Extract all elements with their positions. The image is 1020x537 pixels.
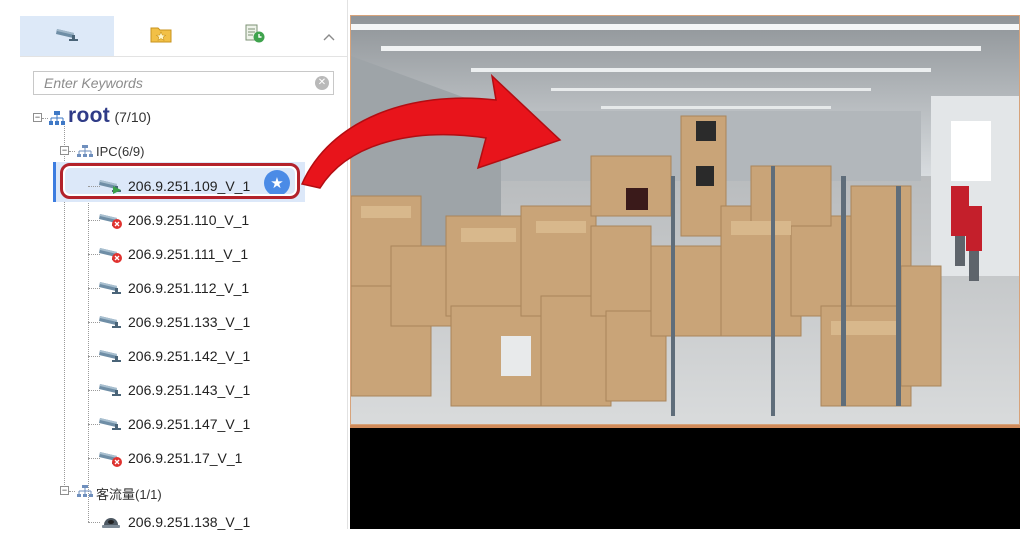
network-icon <box>77 484 93 503</box>
camera-item[interactable]: 206.9.251.111_V_1 <box>98 239 318 269</box>
device-panel: ✕ − root (7/10) − <box>0 0 348 530</box>
camera-item[interactable]: 206.9.251.17_V_1 <box>98 443 318 473</box>
camera-item[interactable]: 206.9.251.143_V_1 <box>98 375 318 405</box>
tree-group-passenger-flow[interactable]: 客流量(1/1) <box>96 484 162 503</box>
camera-item[interactable]: 206.9.251.110_V_1 <box>98 205 318 235</box>
camera-name: 206.9.251.111_V_1 <box>128 246 249 262</box>
camera-name: 206.9.251.142_V_1 <box>128 348 251 364</box>
camera-offline-icon <box>98 210 124 230</box>
network-icon <box>77 144 93 163</box>
camera-item[interactable]: 206.9.251.142_V_1 <box>98 341 318 371</box>
record-schedule-icon <box>244 24 266 49</box>
tree-group-ipc[interactable]: IPC(6/9) <box>96 144 144 159</box>
camera-name: 206.9.251.110_V_1 <box>128 212 250 228</box>
camera-name: 206.9.251.143_V_1 <box>128 382 251 398</box>
camera-online-icon <box>98 346 124 366</box>
tree-connector <box>69 491 75 492</box>
camera-item[interactable]: 206.9.251.147_V_1 <box>98 409 318 439</box>
camera-name: 206.9.251.147_V_1 <box>128 416 251 432</box>
camera-name: 206.9.251.17_V_1 <box>128 450 243 466</box>
dome-camera-icon <box>98 512 124 532</box>
tab-record-schedule[interactable] <box>208 16 302 56</box>
camera-online-icon <box>98 414 124 434</box>
camera-name: 206.9.251.112_V_1 <box>128 280 250 296</box>
favorites-folder-icon <box>150 25 172 48</box>
search-box: ✕ <box>33 71 334 95</box>
tab-favorites[interactable] <box>114 16 208 56</box>
root-collapse-toggle[interactable]: − <box>33 113 42 122</box>
keyword-search-input[interactable] <box>34 72 304 94</box>
camera-offline-icon <box>98 244 124 264</box>
group-collapse-toggle[interactable]: − <box>60 486 69 495</box>
tab-cameras[interactable] <box>20 16 114 56</box>
selected-row-marker <box>53 162 56 202</box>
tree-connector <box>69 151 75 152</box>
camera-online-icon <box>98 312 124 332</box>
chevron-up-icon <box>323 28 335 44</box>
empty-video-window[interactable] <box>350 425 1020 529</box>
clear-search-icon[interactable]: ✕ <box>315 76 329 90</box>
root-count: (7/10) <box>114 109 152 125</box>
camera-name: 206.9.251.133_V_1 <box>128 314 251 330</box>
camera-offline-icon <box>98 448 124 468</box>
camera-name: 206.9.251.138_V_1 <box>128 514 251 530</box>
camera-icon <box>54 26 80 47</box>
camera-item[interactable]: 206.9.251.138_V_1 <box>98 507 318 537</box>
camera-online-icon <box>98 380 124 400</box>
video-view-area <box>350 15 1020 529</box>
annotation-highlight-ring <box>60 163 300 199</box>
camera-item[interactable]: 206.9.251.112_V_1 <box>98 273 318 303</box>
group-collapse-toggle[interactable]: − <box>60 146 69 155</box>
root-label: root <box>68 104 111 127</box>
camera-item[interactable]: 206.9.251.133_V_1 <box>98 307 318 337</box>
warehouse-video-feed <box>351 16 1019 424</box>
tree-root-node[interactable]: root (7/10) <box>68 104 151 128</box>
network-icon <box>48 110 66 131</box>
tree-connector <box>88 162 89 522</box>
camera-online-icon <box>98 278 124 298</box>
collapse-panel-button[interactable] <box>310 16 347 56</box>
live-video-window[interactable] <box>350 15 1020 425</box>
panel-tab-bar <box>20 16 347 57</box>
